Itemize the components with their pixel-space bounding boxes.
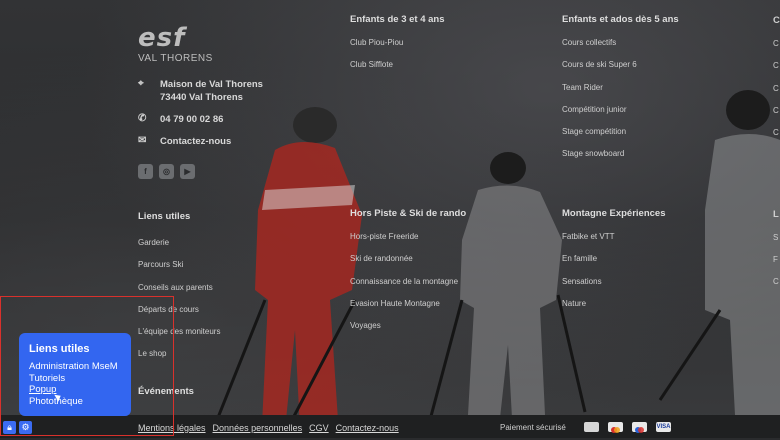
column-title-kids: Enfants de 3 et 4 ans	[350, 14, 445, 25]
admin-popup: Liens utiles Administration MseM Tutorie…	[19, 333, 131, 416]
link-club-piou-piou[interactable]: Club Piou-Piou	[350, 38, 445, 60]
link-evasion-haute-montagne[interactable]: Evasion Haute Montagne	[350, 299, 466, 321]
phone-number[interactable]: 04 79 00 02 86	[160, 113, 223, 126]
link-garderie[interactable]: Garderie	[138, 238, 220, 260]
maestro-icon	[632, 422, 647, 433]
link-cgv[interactable]: CGV	[309, 423, 329, 433]
column-kids: Enfants de 3 et 4 ans Club Piou-Piou Clu…	[350, 14, 445, 83]
link-stage-competition[interactable]: Stage compétition	[562, 127, 679, 149]
address-line-2: 73440 Val Thorens	[160, 92, 243, 103]
mastercard-icon	[608, 422, 623, 433]
popup-item-phototheque[interactable]: Photothèque	[29, 396, 121, 408]
edge-item[interactable]: C	[773, 106, 779, 115]
edge-item[interactable]: F	[773, 255, 778, 264]
facebook-icon[interactable]: f	[138, 164, 153, 179]
lock-icon[interactable]: 🔒︎	[3, 421, 16, 434]
link-cours-collectifs[interactable]: Cours collectifs	[562, 38, 679, 60]
edge-item[interactable]: C	[773, 84, 779, 93]
edge-item[interactable]: C	[773, 128, 779, 137]
payment-label: Paiement sécurisé	[500, 423, 566, 432]
youtube-icon[interactable]: ▶	[180, 164, 195, 179]
address-line-1: Maison de Val Thorens	[160, 79, 263, 90]
edge-heading: L	[773, 209, 779, 220]
popup-title: Liens utiles	[29, 343, 90, 355]
gear-icon[interactable]: ⚙	[19, 421, 32, 434]
link-freeride[interactable]: Hors-piste Freeride	[350, 232, 466, 254]
link-team-rider[interactable]: Team Rider	[562, 83, 679, 105]
link-voyages[interactable]: Voyages	[350, 321, 466, 343]
red-skier-figure	[213, 107, 362, 430]
link-connaissance-montagne[interactable]: Connaissance de la montagne	[350, 277, 466, 299]
link-club-sifflote[interactable]: Club Sifflote	[350, 60, 445, 82]
link-fatbike[interactable]: Fatbike et VTT	[562, 232, 665, 254]
card-generic-icon	[584, 422, 599, 432]
popup-item-popup[interactable]: Popup	[29, 384, 121, 396]
link-parcours-ski[interactable]: Parcours Ski	[138, 260, 220, 282]
column-title-mountain: Montagne Expériences	[562, 208, 666, 219]
edge-heading: C	[773, 15, 780, 26]
link-nature[interactable]: Nature	[562, 299, 665, 321]
visa-icon: VISA	[656, 422, 671, 432]
mail-icon: ✉	[138, 135, 147, 146]
popup-item-administration[interactable]: Administration MseM	[29, 361, 121, 373]
link-donnees-personnelles[interactable]: Données personnelles	[213, 423, 303, 433]
popup-item-tutoriels[interactable]: Tutoriels	[29, 373, 121, 385]
column-title-offpiste: Hors Piste & Ski de rando	[350, 208, 467, 219]
instagram-icon[interactable]: ◎	[159, 164, 174, 179]
link-sensations[interactable]: Sensations	[562, 277, 665, 299]
phone-icon: ✆	[138, 113, 147, 124]
phone-row[interactable]: ✆ 04 79 00 02 86	[138, 113, 223, 126]
link-super-6[interactable]: Cours de ski Super 6	[562, 60, 679, 82]
logo-mark: esf	[138, 23, 186, 53]
link-stage-snowboard[interactable]: Stage snowboard	[562, 149, 679, 171]
edge-item[interactable]: C	[773, 277, 779, 286]
contact-row[interactable]: ✉ Contactez-nous	[138, 135, 231, 148]
link-contactez-nous-footer[interactable]: Contactez-nous	[336, 423, 399, 433]
column-title-links: Liens utiles	[138, 211, 191, 222]
contact-link[interactable]: Contactez-nous	[160, 135, 231, 148]
address-block: ⌖ Maison de Val Thorens 73440 Val Thoren…	[138, 78, 263, 104]
column-offpiste: Hors Piste & Ski de rando Hors-piste Fre…	[350, 208, 466, 343]
esf-logo[interactable]: esf VAL THORENS	[138, 25, 213, 64]
column-teens: Enfants et ados dès 5 ans Cours collecti…	[562, 14, 679, 172]
legal-links: Mentions légales Données personnelles CG…	[138, 423, 399, 433]
edge-item[interactable]: C	[773, 61, 779, 70]
link-competition-junior[interactable]: Compétition junior	[562, 105, 679, 127]
edge-item[interactable]: S	[773, 233, 778, 242]
column-title-teens: Enfants et ados dès 5 ans	[562, 14, 679, 25]
column-mountain: Montagne Expériences Fatbike et VTT En f…	[562, 208, 665, 321]
link-ski-randonnee[interactable]: Ski de randonnée	[350, 254, 466, 276]
edge-item[interactable]: C	[773, 39, 779, 48]
logo-subtitle: VAL THORENS	[138, 53, 213, 64]
link-en-famille[interactable]: En famille	[562, 254, 665, 276]
location-pin-icon: ⌖	[138, 78, 144, 89]
social-links: f ◎ ▶	[138, 164, 195, 179]
